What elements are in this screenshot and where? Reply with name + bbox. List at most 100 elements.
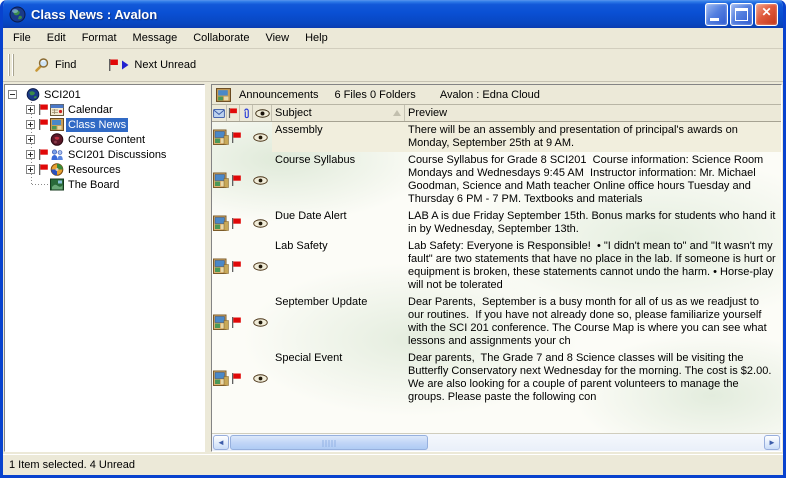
row-icon-cell xyxy=(212,350,272,406)
expand-icon[interactable] xyxy=(26,135,35,144)
column-header-read-status[interactable] xyxy=(253,105,272,121)
board-icon xyxy=(50,178,64,191)
announcements-icon xyxy=(216,88,231,102)
eye-icon xyxy=(255,109,270,118)
row-icon-cell xyxy=(212,238,272,294)
message-subject: Assembly xyxy=(272,122,405,152)
scroll-left-button[interactable]: ◄ xyxy=(213,435,229,450)
message-row-course-syllabus[interactable]: Course Syllabus Course Syllabus for Grad… xyxy=(212,152,781,208)
tree-item-course-content[interactable]: Course Content xyxy=(5,132,204,147)
server-path: Avalon : Edna Cloud xyxy=(440,89,540,101)
message-subject: September Update xyxy=(272,294,405,350)
status-text: 1 Item selected. 4 Unread xyxy=(9,459,135,471)
main-area: SCI201 Calendar xyxy=(3,82,783,454)
message-row-lab-safety[interactable]: Lab Safety Lab Safety: Everyone is Respo… xyxy=(212,238,781,294)
row-icon-cell xyxy=(212,294,272,350)
expand-icon[interactable] xyxy=(26,165,35,174)
minimize-button[interactable] xyxy=(705,3,728,26)
message-preview: Dear Parents, September is a busy month … xyxy=(405,294,781,350)
flag-icon xyxy=(228,108,238,118)
envelope-icon xyxy=(213,109,225,118)
message-preview: Course Syllabus for Grade 8 SCI201 Cours… xyxy=(405,152,781,208)
maximize-button[interactable] xyxy=(730,3,753,26)
expand-icon[interactable] xyxy=(26,150,35,159)
paperclip-icon xyxy=(243,108,250,119)
message-row-special-event[interactable]: Special Event Dear parents, The Grade 7 … xyxy=(212,350,781,406)
news-item-icon xyxy=(213,129,229,145)
message-subject: Special Event xyxy=(272,350,405,406)
toolbar: Find Next Unread xyxy=(3,49,783,82)
scroll-right-button[interactable]: ► xyxy=(764,435,780,450)
eye-icon xyxy=(253,262,268,271)
toolbar-grip xyxy=(8,54,16,76)
news-item-icon xyxy=(213,258,229,274)
unread-flag-icon xyxy=(38,149,49,160)
magnifier-icon xyxy=(34,57,50,73)
collapse-icon[interactable] xyxy=(8,90,17,99)
discussions-icon xyxy=(50,148,64,161)
message-preview: Dear parents, The Grade 7 and 8 Science … xyxy=(405,350,781,406)
menu-collaborate[interactable]: Collaborate xyxy=(185,29,257,47)
tree-item-sci201[interactable]: SCI201 xyxy=(5,87,204,102)
eye-icon xyxy=(253,133,268,142)
column-header-preview[interactable]: Preview xyxy=(405,105,781,121)
unread-flag-icon xyxy=(231,261,242,272)
unread-flag-icon xyxy=(231,317,242,328)
subject-column-label: Subject xyxy=(275,107,312,119)
menu-message[interactable]: Message xyxy=(125,29,186,47)
tree-label-resources: Resources xyxy=(66,163,123,177)
menu-edit[interactable]: Edit xyxy=(39,29,74,47)
menu-help[interactable]: Help xyxy=(297,29,336,47)
eye-icon xyxy=(253,176,268,185)
tree-label-class-news: Class News xyxy=(66,118,128,132)
message-preview: There will be an assembly and presentati… xyxy=(405,122,781,152)
close-button[interactable] xyxy=(755,3,778,26)
column-header-subject[interactable]: Subject xyxy=(272,105,405,121)
message-preview: LAB A is due Friday September 15th. Bonu… xyxy=(405,208,781,238)
tree-item-calendar[interactable]: Calendar xyxy=(5,102,204,117)
message-subject: Due Date Alert xyxy=(272,208,405,238)
message-preview: Lab Safety: Everyone is Responsible! • "… xyxy=(405,238,781,294)
status-bar: 1 Item selected. 4 Unread xyxy=(3,454,783,475)
sort-ascending-icon xyxy=(393,110,401,116)
eye-icon xyxy=(253,219,268,228)
menu-view[interactable]: View xyxy=(257,29,297,47)
column-header-attachment[interactable] xyxy=(240,105,253,121)
next-unread-button[interactable]: Next Unread xyxy=(104,56,200,74)
class-news-icon xyxy=(50,118,64,131)
tree-item-class-news[interactable]: Class News xyxy=(5,117,204,132)
tree-item-sci201-discussions[interactable]: SCI201 Discussions xyxy=(5,147,204,162)
next-unread-flag-icon xyxy=(108,59,129,71)
globe-icon xyxy=(26,88,40,101)
news-item-icon xyxy=(213,314,229,330)
file-folder-counts: 6 Files 0 Folders xyxy=(335,89,416,101)
menu-file[interactable]: File xyxy=(5,29,39,47)
horizontal-scrollbar[interactable]: ◄ ► xyxy=(212,433,781,451)
scrollbar-thumb[interactable] xyxy=(230,435,428,450)
container-name: Announcements xyxy=(239,89,319,101)
tree-label-course-content: Course Content xyxy=(66,133,147,147)
message-row-due-date-alert[interactable]: Due Date Alert LAB A is due Friday Septe… xyxy=(212,208,781,238)
expand-icon[interactable] xyxy=(26,105,35,114)
news-item-icon xyxy=(213,370,229,386)
message-row-september-update[interactable]: September Update Dear Parents, September… xyxy=(212,294,781,350)
menu-format[interactable]: Format xyxy=(74,29,125,47)
unread-flag-icon xyxy=(38,119,49,130)
folder-tree-panel: SCI201 Calendar xyxy=(4,84,205,452)
calendar-icon xyxy=(50,103,64,116)
resources-icon xyxy=(50,163,64,176)
find-button[interactable]: Find xyxy=(30,54,80,76)
column-header-flag[interactable] xyxy=(227,105,240,121)
titlebar[interactable]: Class News : Avalon xyxy=(3,0,783,28)
column-header-item-type[interactable] xyxy=(212,105,227,121)
next-arrow-icon xyxy=(121,60,129,70)
news-item-icon xyxy=(213,215,229,231)
row-icon-cell xyxy=(212,208,272,238)
tree-item-the-board[interactable]: The Board xyxy=(5,177,204,192)
message-row-assembly[interactable]: Assembly There will be an assembly and p… xyxy=(212,122,781,152)
container-info-bar: Announcements 6 Files 0 Folders Avalon :… xyxy=(212,85,781,105)
message-subject: Lab Safety xyxy=(272,238,405,294)
expand-icon[interactable] xyxy=(26,120,35,129)
tree-item-resources[interactable]: Resources xyxy=(5,162,204,177)
news-item-icon xyxy=(213,172,229,188)
